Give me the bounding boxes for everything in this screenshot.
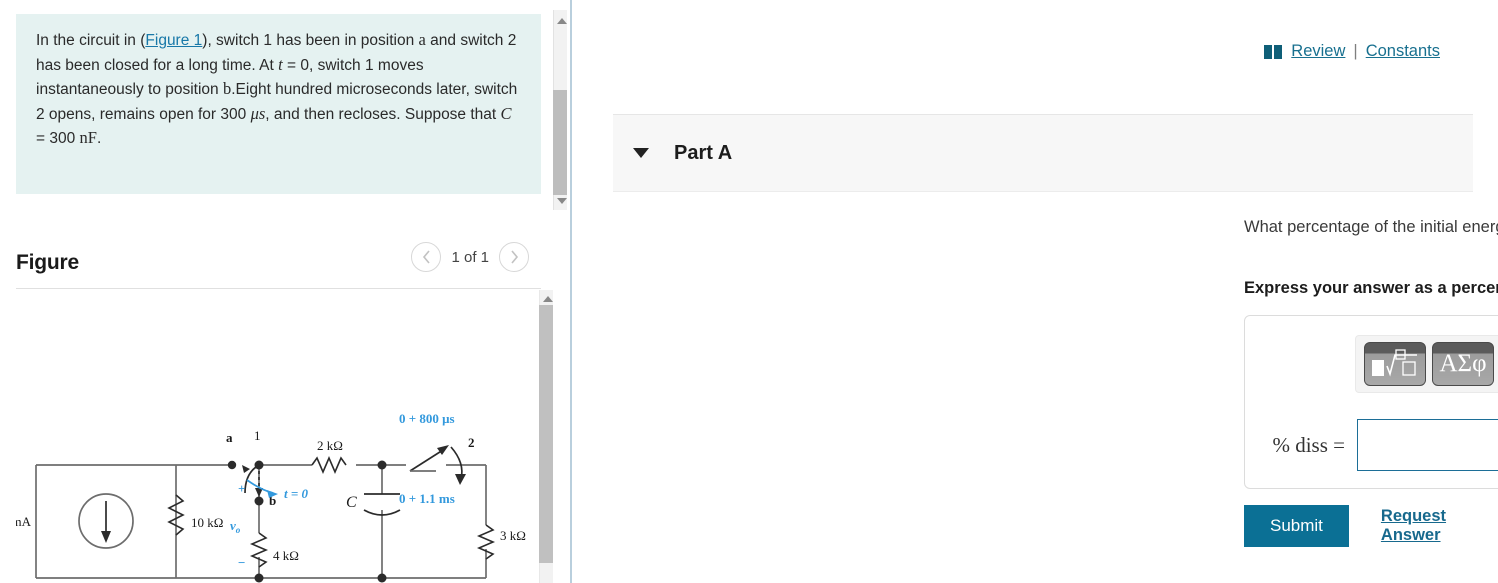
review-constants-bar: Review | Constants <box>1264 42 1440 61</box>
text-run: ), switch 1 has been in position <box>202 32 419 49</box>
figure-navigation: 1 of 1 <box>411 242 529 272</box>
figure-scrollbar-thumb[interactable] <box>539 305 553 563</box>
figure-title: Figure <box>16 251 79 274</box>
answer-input[interactable] <box>1357 419 1498 471</box>
template-sqrt-button[interactable] <box>1364 342 1426 386</box>
book-icon <box>1264 44 1283 59</box>
switch-2-close-label: 0 + 1.1 ms <box>399 491 455 506</box>
node-a-label: a <box>226 430 233 445</box>
switch-1-label: 1 <box>254 428 261 443</box>
resistor-4k-label: 4 kΩ <box>273 548 299 563</box>
math-variable: C <box>500 103 512 123</box>
t-zero-label: t = 0 <box>284 486 309 501</box>
junction-dot <box>254 573 264 583</box>
source-label: 7.5 mA <box>16 514 32 529</box>
review-separator: | <box>1353 42 1358 60</box>
request-answer-link[interactable]: Request Answer <box>1381 507 1498 545</box>
v-out-label: vo <box>230 518 241 535</box>
answer-actions: Submit Request Answer <box>1244 505 1498 547</box>
problem-statement-card: In the circuit in (Figure 1), switch 1 h… <box>16 14 541 194</box>
math-unit: nF <box>79 128 97 147</box>
minus-sign-label: − <box>238 555 245 570</box>
constants-link[interactable]: Constants <box>1366 42 1440 61</box>
plus-sign-label: + <box>238 481 245 496</box>
greek-letters-button[interactable]: ΑΣφ <box>1432 342 1494 386</box>
figure-divider <box>16 288 541 289</box>
switch-2-label: 2 <box>468 435 475 450</box>
greek-letters-icon: ΑΣφ <box>1439 350 1487 377</box>
figure-next-button[interactable] <box>499 242 529 272</box>
problem-scrollbar-thumb[interactable] <box>553 90 567 195</box>
answer-label: % diss = <box>1272 432 1345 457</box>
submit-button[interactable]: Submit <box>1244 505 1349 547</box>
answer-input-row: % diss = % <box>1245 414 1498 476</box>
circuit-diagram-svg: 7.5 mA 10 kΩ 4 kΩ 2 kΩ <box>16 411 526 583</box>
text-run: In the circuit in ( <box>36 32 146 49</box>
text-run: , and then recloses. Suppose that <box>265 105 501 123</box>
math-variable: μs <box>250 103 266 123</box>
resistor-2k-label: 2 kΩ <box>317 438 343 453</box>
sqrt-template-icon <box>1372 349 1417 377</box>
scroll-up-arrow-icon[interactable] <box>543 296 553 302</box>
part-a-header[interactable]: Part A <box>613 114 1473 192</box>
resistor-10k-label: 10 kΩ <box>191 515 223 530</box>
scroll-up-arrow-icon[interactable] <box>557 18 567 24</box>
answer-entry-panel: ΑΣφ ↓↑ vec <box>1244 315 1498 489</box>
capacitor-label: C <box>346 494 357 511</box>
right-panel: Review | Constants Part A What percentag… <box>572 0 1498 583</box>
mastering-physics-problem-page: In the circuit in (Figure 1), switch 1 h… <box>0 0 1498 583</box>
figure-header: Figure 1 of 1 <box>16 240 541 286</box>
answer-instruction: Express your answer as a percentage usin… <box>1244 279 1498 297</box>
problem-statement-text: In the circuit in (Figure 1), switch 1 h… <box>36 28 523 151</box>
question-prompt: What percentage of the initial energy st… <box>1244 214 1498 240</box>
math-toolbar: ΑΣφ ↓↑ vec <box>1355 335 1498 393</box>
review-link[interactable]: Review <box>1291 42 1345 61</box>
figure-prev-button[interactable] <box>411 242 442 272</box>
figure-counter: 1 of 1 <box>451 248 489 266</box>
junction-dot <box>377 573 387 583</box>
t-zero-arrow <box>246 479 278 498</box>
switch-1-symbol <box>227 460 264 506</box>
resistor-3k-label: 3 kΩ <box>500 528 526 543</box>
left-panel: In the circuit in (Figure 1), switch 1 h… <box>0 0 572 583</box>
switch-2-open-label: 0 + 800 μs <box>399 411 455 426</box>
current-source-symbol <box>78 493 134 549</box>
caret-down-icon[interactable] <box>633 148 649 158</box>
math-unit: b <box>222 79 232 98</box>
scroll-down-arrow-icon[interactable] <box>557 198 567 204</box>
text-run: . <box>96 130 102 147</box>
chevron-right-icon <box>510 250 518 264</box>
figure-1-link[interactable]: Figure 1 <box>145 32 202 49</box>
resistor-2k-symbol <box>311 455 347 475</box>
circuit-figure[interactable]: 7.5 mA 10 kΩ 4 kΩ 2 kΩ <box>16 295 536 583</box>
math-unit: a <box>418 30 426 49</box>
text-run: What percentage of the initial energy st… <box>1244 218 1498 236</box>
text-run: = 300 <box>36 130 80 147</box>
part-a-title: Part A <box>674 141 733 164</box>
chevron-left-icon <box>422 250 430 264</box>
